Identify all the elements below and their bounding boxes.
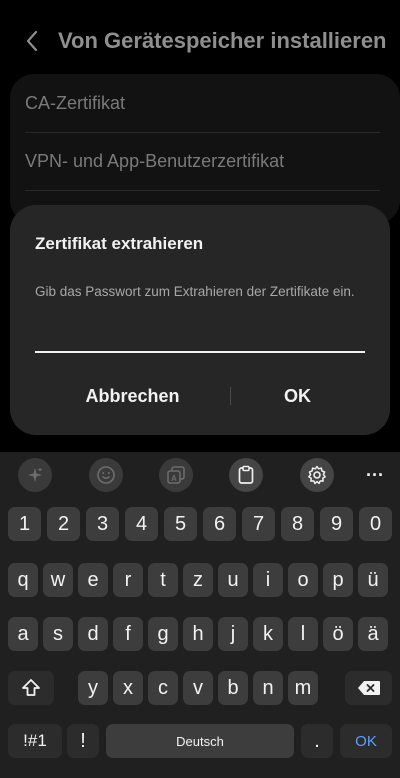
keyboard-toolbar: A ··· [0, 452, 400, 497]
letter-key[interactable]: o [288, 563, 318, 597]
ok-button[interactable]: OK [240, 381, 355, 411]
letter-key[interactable]: l [288, 617, 318, 651]
page-title: Von Gerätespeicher installieren [58, 28, 387, 53]
number-key[interactable]: 6 [203, 507, 236, 541]
letter-key[interactable]: c [148, 671, 178, 705]
soft-keyboard: A ··· 1234567890 qwertzuiopü asdfghjklöä… [0, 452, 400, 778]
letter-key[interactable]: z [183, 563, 213, 597]
button-separator [230, 387, 231, 405]
symbols-key-label: !#1 [23, 731, 47, 750]
letter-key[interactable]: x [113, 671, 143, 705]
letter-key[interactable]: p [323, 563, 353, 597]
letter-key[interactable]: s [43, 617, 73, 651]
letter-key[interactable]: e [78, 563, 108, 597]
letter-key[interactable]: y [78, 671, 108, 705]
letter-key[interactable]: n [253, 671, 283, 705]
sparkle-icon[interactable] [18, 458, 52, 492]
backspace-key[interactable] [345, 671, 392, 705]
number-key[interactable]: 0 [359, 507, 392, 541]
shift-key[interactable] [8, 671, 54, 705]
letter-key[interactable]: b [218, 671, 248, 705]
space-key[interactable]: Deutsch [106, 724, 294, 758]
keyboard-row-numbers: 1234567890 [0, 507, 400, 541]
keyboard-row-4: !#1 ! Deutsch . OK [0, 724, 400, 758]
letter-key[interactable]: ö [323, 617, 353, 651]
letter-key[interactable]: ä [358, 617, 388, 651]
letter-key[interactable]: w [43, 563, 73, 597]
keyboard-row-1: qwertzuiopü [0, 563, 400, 597]
letter-key[interactable]: k [253, 617, 283, 651]
cancel-button[interactable]: Abbrechen [35, 381, 230, 411]
period-key[interactable]: . [301, 724, 333, 758]
letter-key[interactable]: i [253, 563, 283, 597]
number-key[interactable]: 4 [125, 507, 158, 541]
letter-key[interactable]: ü [358, 563, 388, 597]
extract-certificate-dialog: Zertifikat extrahieren Gib das Passwort … [10, 205, 390, 435]
clipboard-icon[interactable] [229, 458, 263, 492]
divider [25, 190, 380, 191]
list-item-ca-certificate[interactable]: CA-Zertifikat [25, 93, 125, 114]
enter-ok-key[interactable]: OK [340, 724, 392, 758]
emoji-icon[interactable] [89, 458, 123, 492]
password-input[interactable] [35, 323, 365, 353]
settings-gear-icon[interactable] [300, 458, 334, 492]
list-item-vpn-user-certificate[interactable]: VPN- und App-Benutzerzertifikat [25, 151, 284, 172]
sticker-icon[interactable]: A [159, 458, 193, 492]
letter-key[interactable]: u [218, 563, 248, 597]
number-key[interactable]: 5 [164, 507, 197, 541]
letter-key[interactable]: g [148, 617, 178, 651]
enter-key-label: OK [355, 732, 377, 750]
app-header: Von Gerätespeicher installieren [0, 0, 400, 78]
svg-text:A: A [171, 474, 177, 483]
dialog-title: Zertifikat extrahieren [35, 234, 204, 253]
letter-key[interactable]: m [288, 671, 318, 705]
letter-key[interactable]: d [78, 617, 108, 651]
number-key[interactable]: 3 [86, 507, 119, 541]
letter-key[interactable]: v [183, 671, 213, 705]
number-key[interactable]: 9 [320, 507, 353, 541]
number-key[interactable]: 2 [47, 507, 80, 541]
more-dots-icon[interactable]: ··· [358, 458, 392, 492]
letter-key[interactable]: q [8, 563, 38, 597]
letter-key[interactable]: h [183, 617, 213, 651]
divider [25, 132, 380, 133]
number-key[interactable]: 8 [281, 507, 314, 541]
space-key-label: Deutsch [176, 733, 224, 749]
keyboard-row-2: asdfghjklöä [0, 617, 400, 651]
exclaim-key[interactable]: ! [67, 724, 99, 758]
letter-key[interactable]: f [113, 617, 143, 651]
letter-key[interactable]: t [148, 563, 178, 597]
dialog-message: Gib das Passwort zum Extrahieren der Zer… [35, 284, 355, 299]
keyboard-row-3: yxcvbnm [0, 671, 400, 705]
number-key[interactable]: 7 [242, 507, 275, 541]
number-key[interactable]: 1 [8, 507, 41, 541]
chevron-left-icon[interactable] [20, 27, 46, 55]
letter-key[interactable]: a [8, 617, 38, 651]
symbols-key[interactable]: !#1 [8, 724, 62, 758]
letter-key[interactable]: r [113, 563, 143, 597]
letter-key[interactable]: j [218, 617, 248, 651]
